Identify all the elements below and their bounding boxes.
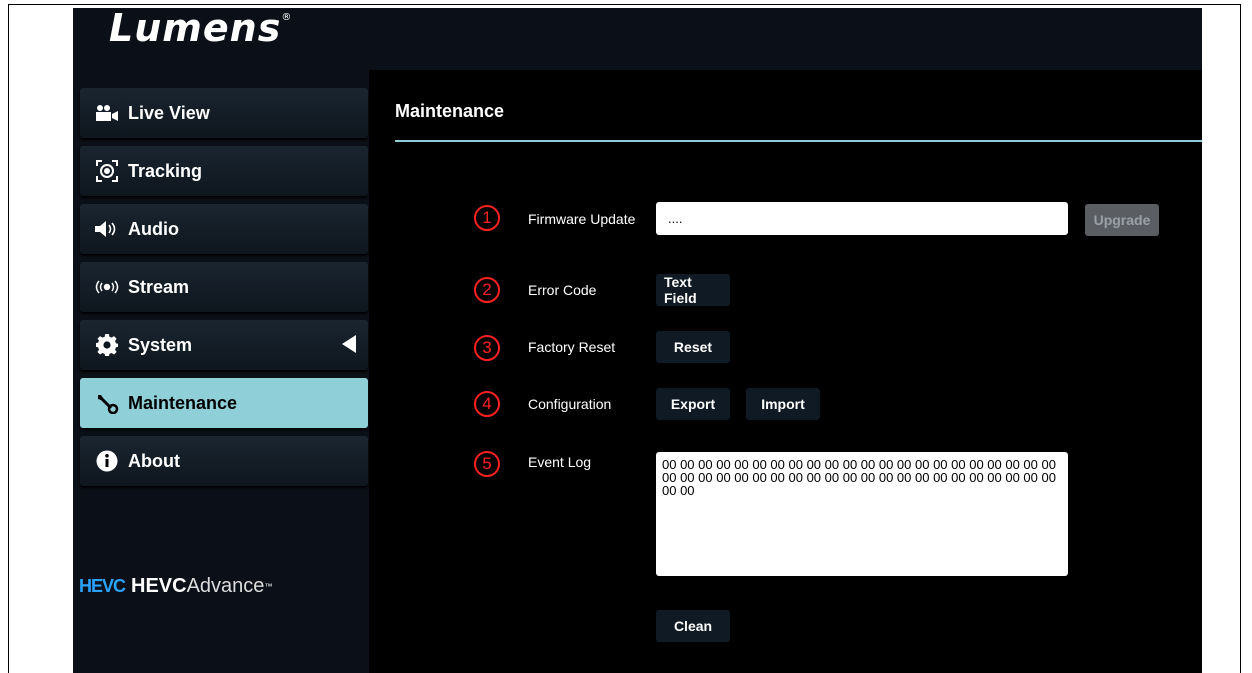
sidebar-item-label: Audio (128, 218, 179, 239)
reset-button[interactable]: Reset (656, 331, 730, 363)
gear-icon (92, 334, 122, 356)
hevc-mark-icon: HEVC (79, 576, 126, 596)
sidebar-item-label: System (128, 334, 193, 355)
sidebar-item-label: About (128, 450, 180, 471)
sidebar: Live View Tracking Audio Stream System M… (73, 70, 369, 673)
sidebar-item-stream[interactable]: Stream (80, 262, 368, 312)
marker-1: 1 (474, 205, 500, 231)
event-log-label: Event Log (528, 454, 592, 470)
tracking-icon (92, 159, 122, 183)
hevc-advance-logo: HEVC HEVC Advance ™ (79, 575, 273, 597)
firmware-update-label: Firmware Update (528, 211, 636, 227)
export-button[interactable]: Export (656, 388, 730, 420)
sidebar-item-label: Tracking (128, 160, 203, 181)
sidebar-item-audio[interactable]: Audio (80, 204, 368, 254)
configuration-label: Configuration (528, 396, 612, 412)
page-title: Maintenance (395, 101, 505, 121)
video-camera-icon (92, 104, 122, 122)
sidebar-item-tracking[interactable]: Tracking (80, 146, 368, 196)
import-button[interactable]: Import (746, 388, 820, 420)
speaker-icon (92, 220, 122, 238)
sidebar-item-label: Stream (128, 276, 190, 297)
sidebar-item-maintenance[interactable]: Maintenance (80, 378, 368, 428)
sidebar-item-label: Live View (128, 102, 210, 123)
sidebar-item-label: Maintenance (128, 392, 238, 413)
sidebar-item-about[interactable]: About (80, 436, 368, 486)
marker-4: 4 (474, 391, 500, 417)
main-panel: Maintenance 1 Firmware Update Upgrade 2 … (369, 70, 1202, 673)
info-icon (92, 450, 122, 472)
firmware-file-input[interactable] (656, 202, 1068, 235)
marker-5: 5 (474, 451, 500, 477)
stream-icon (92, 279, 122, 295)
collapse-arrow-icon[interactable] (342, 335, 356, 353)
title-divider (395, 140, 1202, 142)
lumens-logo: Lumens® (109, 8, 293, 50)
event-log-textarea[interactable]: 00 00 00 00 00 00 00 00 00 00 00 00 00 0… (656, 452, 1068, 576)
wrench-icon (92, 392, 122, 414)
sidebar-item-system[interactable]: System (80, 320, 368, 370)
sidebar-item-live-view[interactable]: Live View (80, 88, 368, 138)
top-bar: Lumens® (73, 8, 1202, 70)
factory-reset-label: Factory Reset (528, 339, 616, 355)
upgrade-button[interactable]: Upgrade (1085, 204, 1159, 236)
marker-3: 3 (474, 335, 500, 361)
error-code-text-field[interactable]: Text Field (656, 274, 730, 306)
error-code-label: Error Code (528, 282, 597, 298)
app-window: Lumens® Live View Tracking Audio Stream (73, 8, 1202, 673)
marker-2: 2 (474, 277, 500, 303)
clean-button[interactable]: Clean (656, 610, 730, 642)
